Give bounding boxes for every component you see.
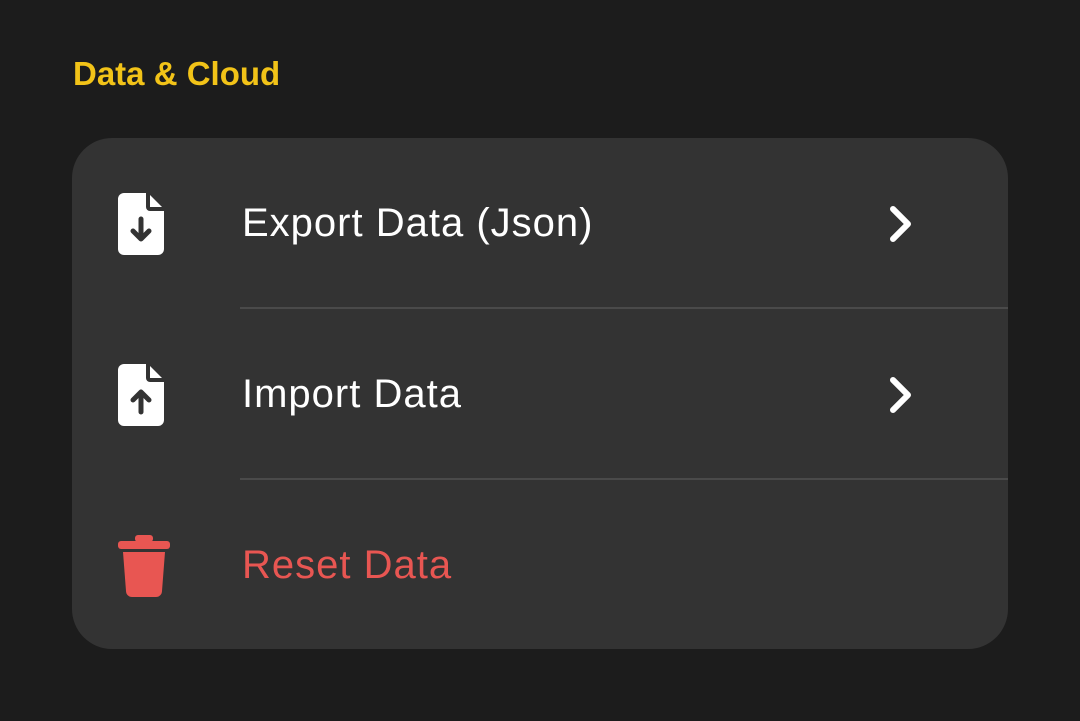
import-data-row[interactable]: Import Data bbox=[72, 309, 1008, 479]
reset-data-row[interactable]: Reset Data bbox=[72, 480, 1008, 649]
reset-data-label: Reset Data bbox=[242, 543, 453, 587]
chevron-right-icon bbox=[890, 206, 911, 242]
trash-icon bbox=[118, 535, 170, 597]
data-cloud-card: Export Data (Json) Import Data Reset Dat… bbox=[72, 138, 1008, 649]
chevron-right-icon bbox=[890, 377, 911, 413]
file-download-icon bbox=[118, 193, 164, 255]
export-data-row[interactable]: Export Data (Json) bbox=[72, 138, 1008, 308]
section-title: Data & Cloud bbox=[73, 55, 281, 92]
export-data-label: Export Data (Json) bbox=[242, 201, 594, 245]
file-upload-icon bbox=[118, 364, 164, 426]
import-data-label: Import Data bbox=[242, 372, 462, 416]
